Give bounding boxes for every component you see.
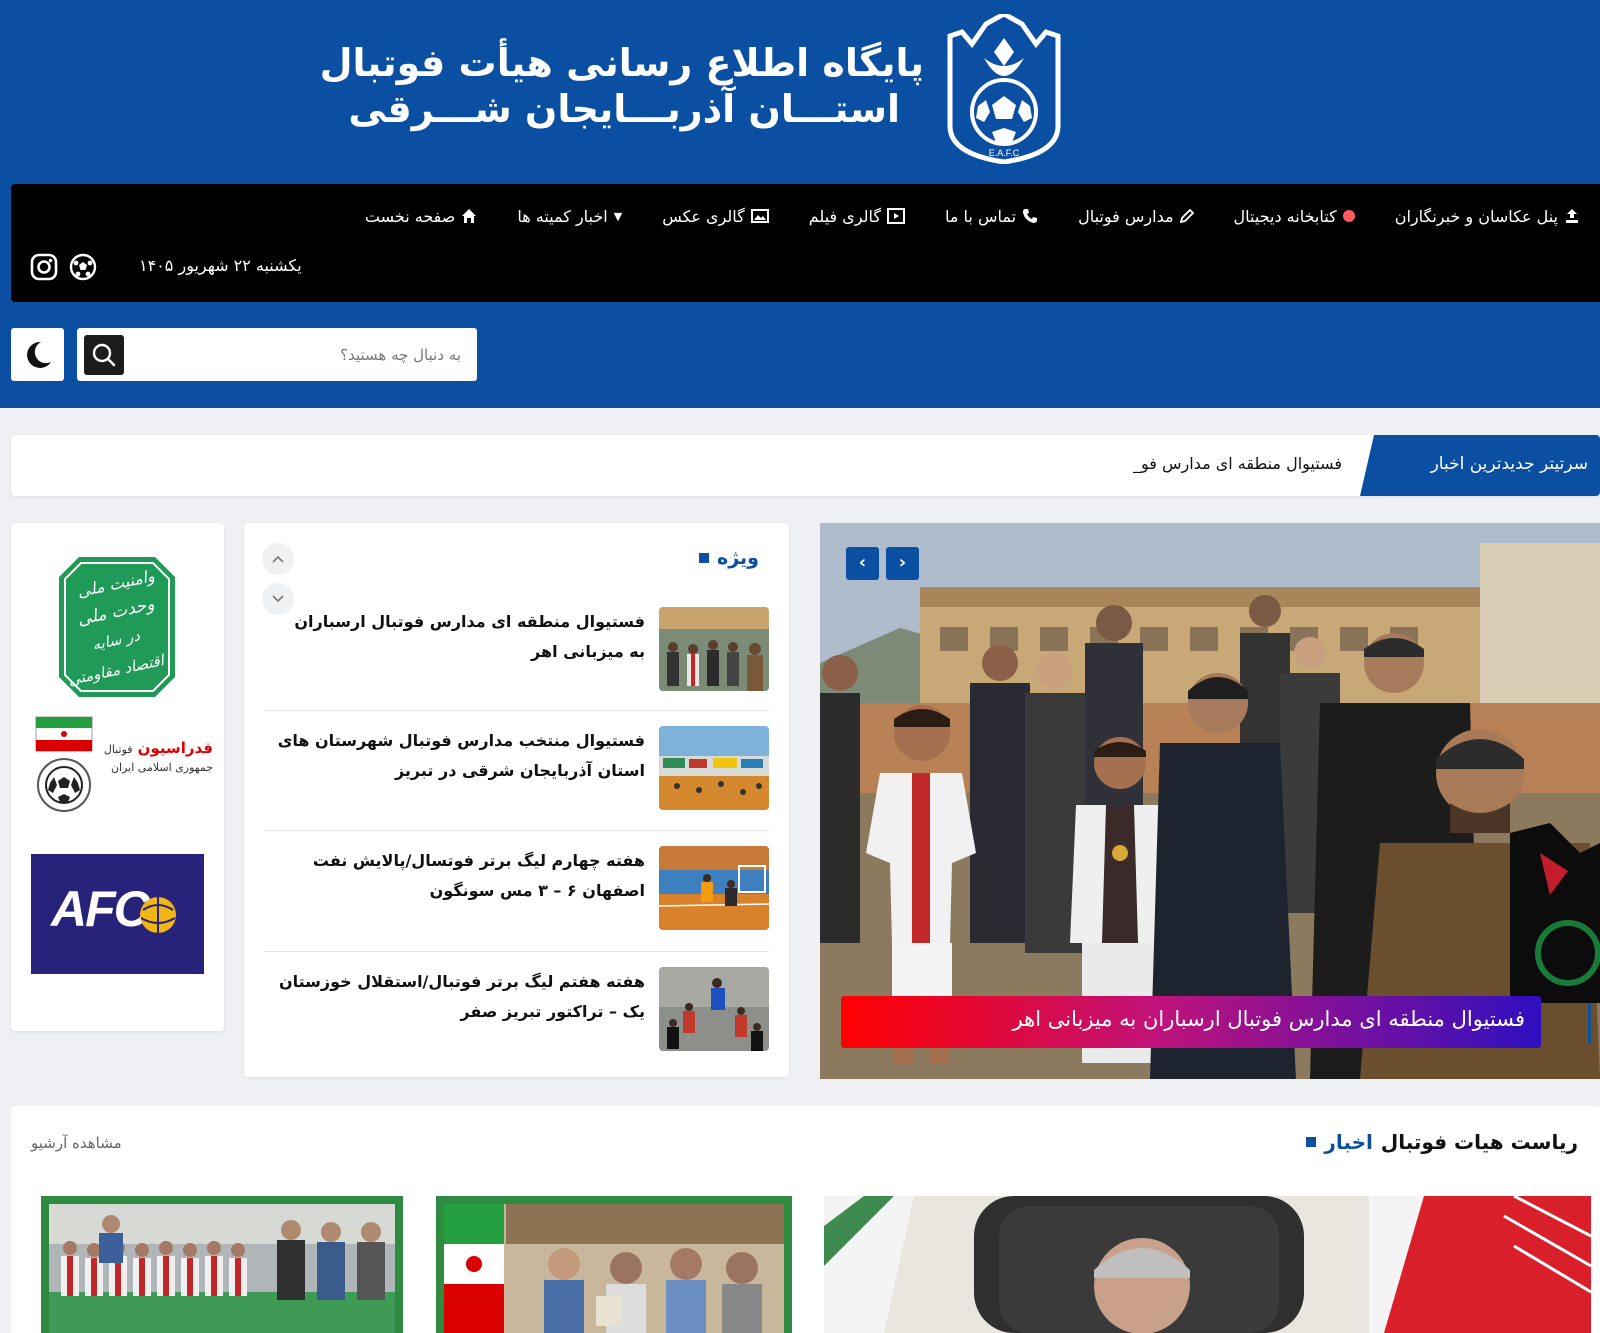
nav-label: تماس با ما — [945, 206, 1017, 226]
current-date: یکشنبه ۲۲ شهریور ۱۴۰۵ — [139, 256, 302, 275]
featured-up-button[interactable] — [262, 543, 294, 575]
nav-item-digital-library[interactable]: کتابخانه دیجیتال — [1214, 207, 1375, 226]
ffiri-red-word: فدراسیون — [137, 739, 213, 757]
featured-thumbnail — [659, 607, 769, 691]
archive-link[interactable]: مشاهده آرشیو — [31, 1134, 122, 1152]
nav-item-photo-gallery[interactable]: گالری عکس — [642, 207, 789, 226]
featured-news: ویژه فستیوال منطقه ای مدارس فوتبال ارسبا… — [244, 523, 789, 1077]
presidency-photo-3[interactable] — [41, 1196, 403, 1333]
search-input[interactable] — [141, 340, 461, 370]
photo-gallery-icon — [750, 209, 769, 223]
dot-icon — [1342, 210, 1355, 222]
featured-title: ویژه — [717, 547, 759, 569]
featured-thumbnail — [659, 846, 769, 930]
nav-menu: صفحه نخست ▼ اخبار کمیته ها گالری عکس گال… — [345, 198, 1600, 234]
nav-label: صفحه نخست — [364, 206, 456, 226]
ffiri-banner[interactable]: فدراسیون فوتبال جمهوری اسلامی ایران — [33, 715, 213, 815]
afc-ball-icon — [140, 897, 176, 933]
chevron-up-icon — [272, 555, 284, 563]
ffiri-sub: جمهوری اسلامی ایران — [110, 761, 213, 774]
logo-title: پایگاه اطلاع رسانی هیأت فوتبال استـــان … — [319, 40, 924, 132]
presidency-title-prefix: اخبار — [1324, 1130, 1373, 1154]
upload-icon — [1566, 209, 1578, 223]
national-unity-banner[interactable]: وامنیت ملی وحدت ملی در سایه اقتصاد مقاوم… — [59, 557, 175, 697]
featured-item[interactable]: هفته چهارم لیگ برتر فوتسال/پالایش نفت اص… — [264, 846, 769, 966]
nav-item-home[interactable]: صفحه نخست — [345, 207, 497, 226]
afc-banner[interactable]: AFC — [31, 854, 204, 974]
featured-item-title: هفته چهارم لیگ برتر فوتسال/پالایش نفت اص… — [312, 851, 645, 900]
section-square-icon — [699, 553, 710, 563]
presidency-title: ریاست هیات فوتبال — [1380, 1130, 1578, 1154]
ticker-label-text: سرتیتر جدیدترین اخبار — [1430, 454, 1588, 474]
caret-down-icon: ▼ — [613, 209, 623, 223]
slider-caption[interactable]: فستیوال منطقه ای مدارس فوتبال ارسباران ب… — [841, 996, 1541, 1048]
divider — [264, 951, 769, 952]
presidency-photo-2[interactable] — [436, 1196, 792, 1333]
nav-item-reporters-panel[interactable]: پنل عکاسان و خبرنگاران — [1375, 207, 1600, 226]
nav-item-contact[interactable]: تماس با ما — [925, 207, 1058, 226]
pencil-icon — [1179, 209, 1194, 223]
news-ticker: سرتیتر جدیدترین اخبار فستیوال منطقه ای م… — [11, 435, 1600, 496]
ads-sidebar: وامنیت ملی وحدت ملی در سایه اقتصاد مقاوم… — [11, 523, 224, 1031]
ffiri-text: فدراسیون فوتبال جمهوری اسلامی ایران — [103, 739, 213, 777]
nav-label: گالری فیلم — [808, 206, 882, 226]
featured-item[interactable]: فستیوال منطقه ای مدارس فوتبال ارسباران ب… — [264, 607, 769, 727]
presidency-news: اخبار ریاست هیات فوتبال مشاهده آرشیو — [11, 1106, 1600, 1333]
nav-label: اخبار کمیته ها — [517, 206, 608, 226]
football-icon[interactable] — [69, 253, 97, 281]
ticker-headline[interactable]: فستیوال منطقه ای مدارس فو_ — [1133, 454, 1342, 473]
logo-title-line1: پایگاه اطلاع رسانی هیأت فوتبال — [319, 41, 924, 85]
ffiri-crest-icon — [35, 716, 93, 812]
presidency-header: اخبار ریاست هیات فوتبال — [1306, 1130, 1578, 1154]
featured-thumbnail — [659, 726, 769, 810]
nav-label: پنل عکاسان و خبرنگاران — [1394, 206, 1558, 226]
emblem-text: E.A.F.C — [989, 148, 1020, 158]
search-icon — [92, 343, 116, 367]
featured-item-title: فستیوال منتخب مدارس فوتبال شهرستان های ا… — [277, 731, 645, 780]
main-navbar: صفحه نخست ▼ اخبار کمیته ها گالری عکس گال… — [11, 184, 1600, 302]
video-gallery-icon — [887, 208, 906, 224]
logo-title-line2: استـــان آذربـــایجان شـــرقی — [348, 87, 900, 131]
featured-header: ویژه — [699, 547, 759, 569]
instagram-icon[interactable] — [30, 253, 58, 281]
nav-label: گالری عکس — [662, 206, 745, 226]
section-square-icon — [1306, 1137, 1317, 1147]
site-logo[interactable]: پایگاه اطلاع رسانی هیأت فوتبال استـــان … — [319, 14, 1066, 164]
nav-item-video-gallery[interactable]: گالری فیلم — [789, 207, 925, 226]
divider — [264, 830, 769, 831]
news-slider[interactable]: ‹ › فستیوال منطقه ای مدارس فوتبال ارسبار… — [820, 523, 1600, 1079]
ffiri-word: فوتبال — [103, 743, 133, 756]
home-icon — [462, 209, 477, 223]
afc-logo-text: AFC — [51, 881, 150, 937]
featured-item[interactable]: فستیوال منتخب مدارس فوتبال شهرستان های ا… — [264, 726, 769, 846]
nav-item-committee-news[interactable]: ▼ اخبار کمیته ها — [497, 207, 642, 226]
phone-icon — [1023, 209, 1038, 223]
featured-item-title: فستیوال منطقه ای مدارس فوتبال ارسباران ب… — [294, 612, 645, 661]
featured-item-title: هفته هفتم لیگ برتر فوتبال/استقلال خوزستا… — [278, 972, 645, 1021]
search-button[interactable] — [84, 335, 124, 375]
slider-prev-button[interactable]: › — [886, 547, 919, 580]
nav-label: کتابخانه دیجیتال — [1233, 206, 1337, 226]
slider-caption-text: فستیوال منطقه ای مدارس فوتبال ارسباران ب… — [1012, 1007, 1525, 1031]
dark-mode-button[interactable] — [11, 328, 64, 381]
divider — [264, 710, 769, 711]
search-bar — [77, 328, 477, 381]
slider-next-button[interactable]: ‹ — [846, 547, 879, 580]
nav-label: مدارس فوتبال — [1078, 206, 1174, 226]
presidency-main-photo[interactable] — [824, 1196, 1591, 1333]
federation-emblem-icon: E.A.F.C — [947, 14, 1061, 164]
featured-thumbnail — [659, 967, 769, 1051]
ticker-label: سرتیتر جدیدترین اخبار — [1360, 435, 1600, 496]
slider-indicator — [1588, 1003, 1591, 1043]
moon-icon — [27, 341, 51, 368]
nav-item-football-schools[interactable]: مدارس فوتبال — [1058, 207, 1213, 226]
featured-item[interactable]: هفته هفتم لیگ برتر فوتبال/استقلال خوزستا… — [264, 967, 769, 1087]
